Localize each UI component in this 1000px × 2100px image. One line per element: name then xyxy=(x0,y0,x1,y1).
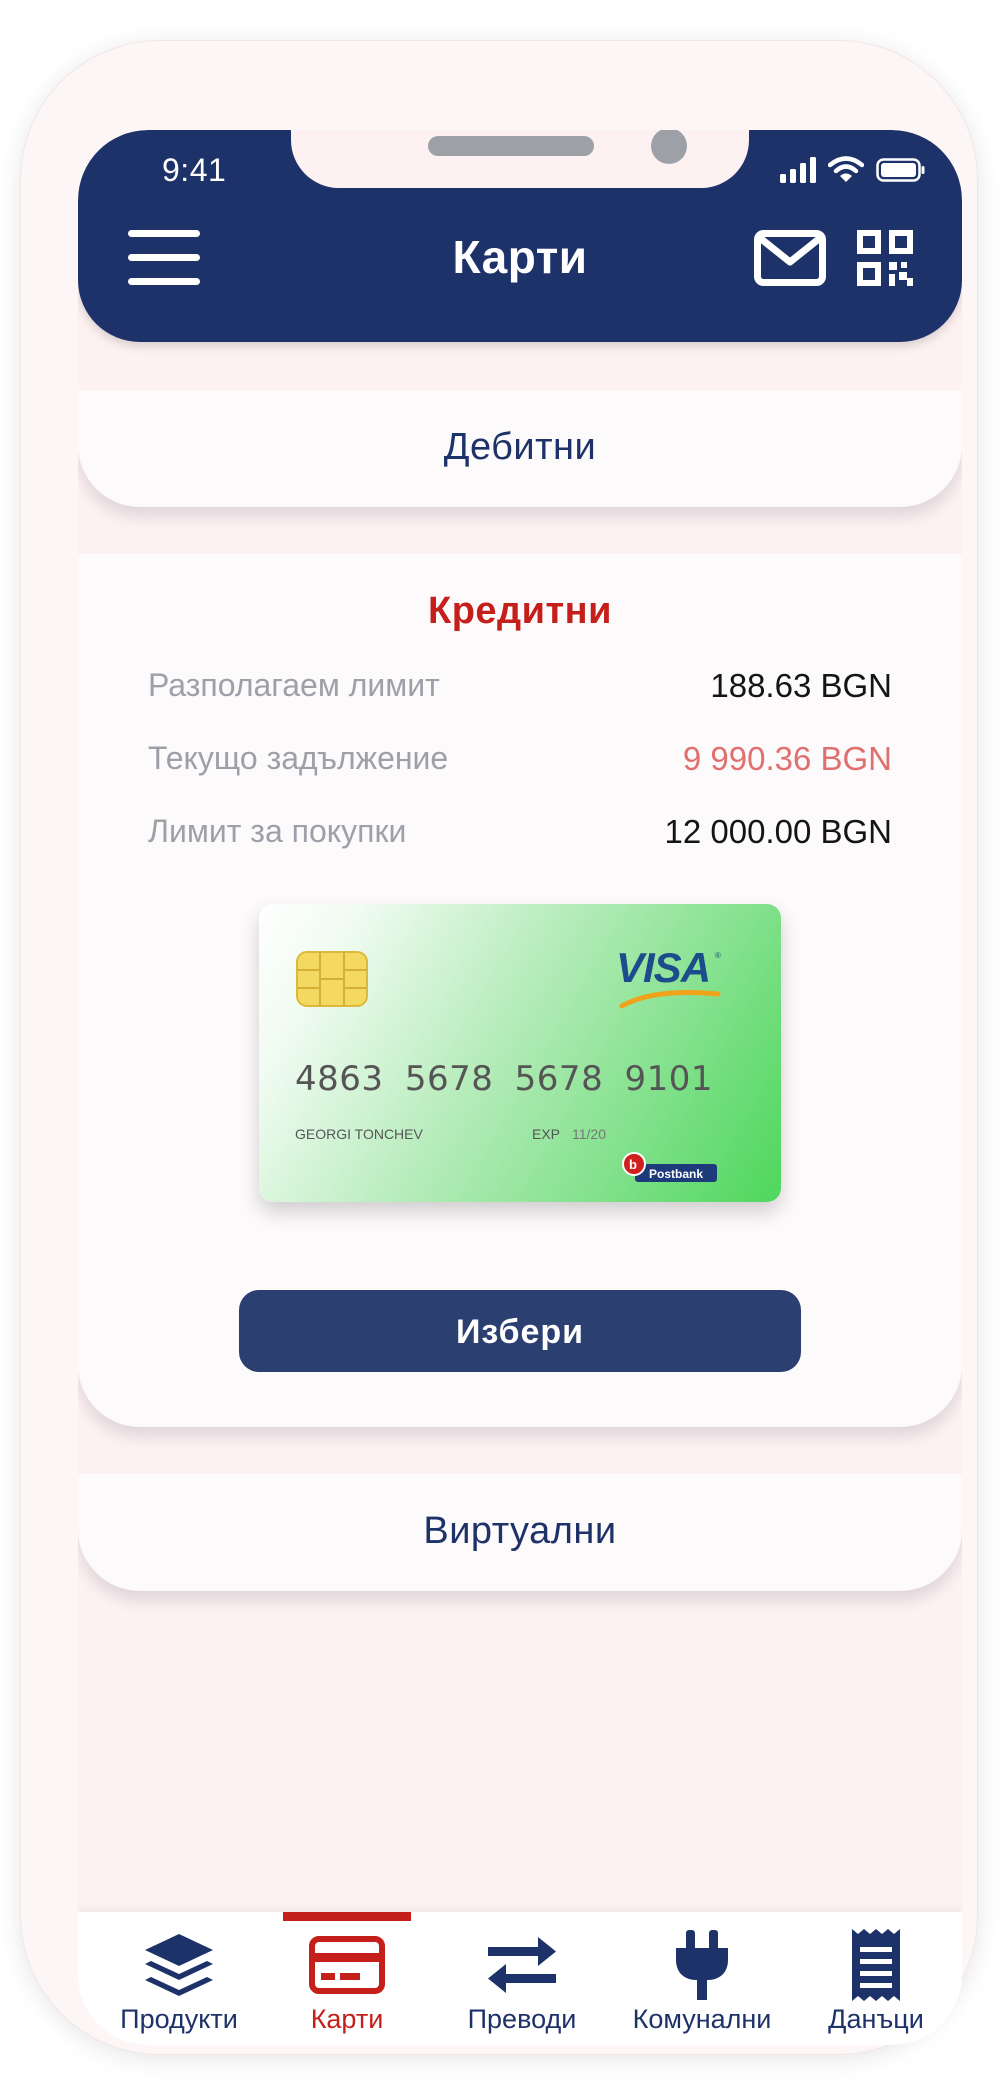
tab-taxes[interactable]: Данъци xyxy=(791,1912,961,2045)
wifi-icon xyxy=(828,156,864,182)
tab-label: Комунални xyxy=(632,2004,772,2034)
visa-logo: VISA ® xyxy=(616,946,721,1009)
virtual-section[interactable]: Виртуални xyxy=(78,1474,962,1591)
tab-label: Преводи xyxy=(467,2004,577,2034)
phone-frame: 9:41 Карти Дебитни Кредитни Разполагаем … xyxy=(20,40,978,2055)
qr-code-button[interactable] xyxy=(857,230,913,291)
qr-code-icon xyxy=(857,230,913,286)
select-card-button[interactable]: Избери xyxy=(239,1290,801,1372)
tab-cards[interactable]: Карти xyxy=(262,1912,432,2045)
mail-icon xyxy=(754,230,826,286)
card-holder: GEORGI TONCHEV xyxy=(295,1126,423,1142)
credit-section: Кредитни Разполагаем лимит 188.63 BGN Те… xyxy=(78,554,962,1427)
virtual-title: Виртуални xyxy=(423,1510,617,1552)
available-limit-row: Разполагаем лимит 188.63 BGN xyxy=(148,667,892,711)
info-value: 9 990.36 BGN xyxy=(682,740,892,777)
status-time: 9:41 xyxy=(162,152,227,188)
signal-icon xyxy=(780,157,816,183)
status-icons xyxy=(780,156,926,184)
info-label: Лимит за покупки xyxy=(148,813,407,849)
svg-text:VISA: VISA xyxy=(616,946,710,991)
tab-label: Карти xyxy=(310,2004,384,2034)
postbank-logo: b Postbank xyxy=(622,1152,717,1182)
debit-title: Дебитни xyxy=(443,426,597,468)
card-exp-label: EXP xyxy=(532,1126,561,1142)
credit-title[interactable]: Кредитни xyxy=(78,590,962,633)
credit-card-image[interactable]: VISA ® 4863 5678 5678 9101 GEORGI TONCHE… xyxy=(259,904,781,1202)
tab-transfers[interactable]: Преводи xyxy=(437,1912,607,2045)
info-value: 188.63 BGN xyxy=(710,667,892,704)
screen: 9:41 Карти Дебитни Кредитни Разполагаем … xyxy=(78,130,962,2045)
front-camera xyxy=(651,130,687,164)
info-value: 12 000.00 BGN xyxy=(664,813,893,850)
info-label: Текущо задължение xyxy=(148,740,449,776)
device-notch xyxy=(291,130,749,188)
transfer-arrows-icon xyxy=(488,1937,556,1993)
plug-icon xyxy=(676,1930,728,2000)
tab-utilities[interactable]: Комунални xyxy=(617,1912,787,2045)
current-debt-row: Текущо задължение 9 990.36 BGN xyxy=(148,740,892,784)
tab-label: Данъци xyxy=(828,2004,924,2034)
debit-section[interactable]: Дебитни xyxy=(78,390,962,507)
battery-icon xyxy=(876,158,925,182)
page-title: Карти xyxy=(452,231,588,283)
receipt-icon xyxy=(852,1929,900,2001)
speaker-grille xyxy=(428,136,594,156)
svg-text:b: b xyxy=(629,1157,637,1172)
card-exp-value: 11/20 xyxy=(572,1126,606,1142)
info-label: Разполагаем лимит xyxy=(148,667,440,703)
svg-text:Postbank: Postbank xyxy=(649,1167,703,1181)
card-number: 4863 5678 5678 9101 xyxy=(295,1059,714,1099)
credit-card-icon xyxy=(309,1936,385,1994)
layers-icon xyxy=(145,1934,213,1996)
bottom-tab-bar: Продукти Карти Преводи Комунални Данъци xyxy=(78,1912,962,2045)
svg-text:®: ® xyxy=(715,951,721,960)
purchase-limit-row: Лимит за покупки 12 000.00 BGN xyxy=(148,813,892,857)
mail-button[interactable] xyxy=(754,230,826,291)
tab-label: Продукти xyxy=(120,2004,238,2034)
card-chip-icon xyxy=(296,951,368,1007)
tab-products[interactable]: Продукти xyxy=(94,1912,264,2045)
